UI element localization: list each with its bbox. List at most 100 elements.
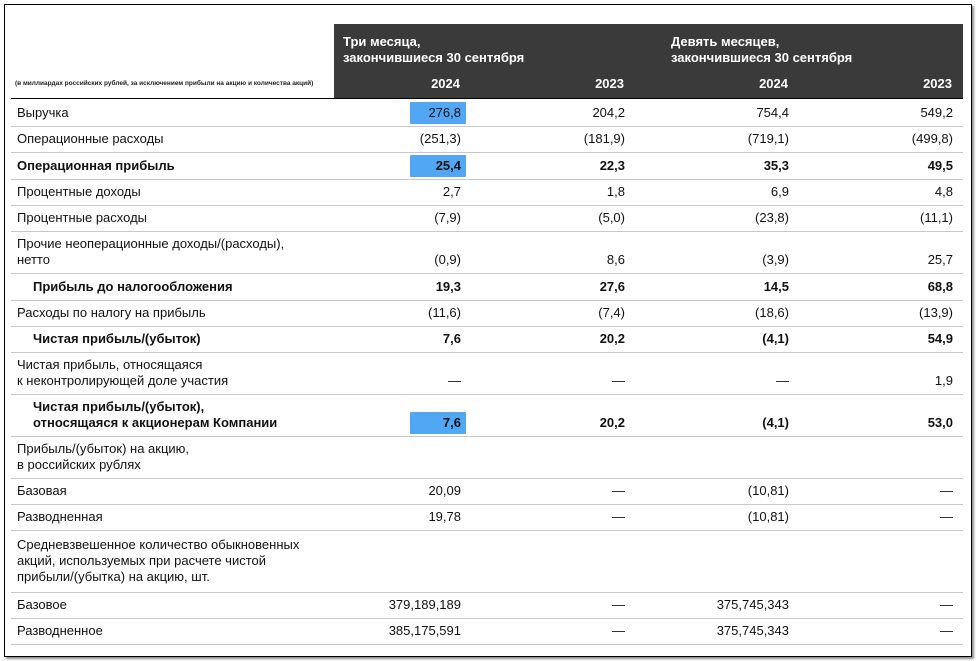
- cell-value: 27,6: [599, 279, 625, 294]
- unit-note: (в миллиардах российских рублей, за искл…: [15, 80, 314, 87]
- cell-value: 4,8: [934, 184, 953, 199]
- table-row: Средневзвешенное количество обыкновенных…: [11, 530, 963, 593]
- row-label: Средневзвешенное количество обыкновенных…: [17, 537, 300, 584]
- cell-value: 2,7: [442, 184, 461, 199]
- table-row: Расходы по налогу на прибыль (11,6) (7,4) (…: [11, 300, 963, 327]
- row-label: Выручка: [17, 105, 69, 120]
- row-label: Разводненное: [17, 623, 103, 638]
- row-label: Прибыль до налогообложения: [33, 279, 233, 294]
- table-row: Базовая 20,09 — (10,81) —: [11, 478, 963, 505]
- table-header: Три месяца, закончившиеся 30 сентября Де…: [334, 24, 963, 98]
- row-label: Процентные доходы: [17, 184, 141, 199]
- period-three-months-header: Три месяца, закончившиеся 30 сентября: [343, 34, 525, 65]
- cell-value: 204,2: [592, 105, 625, 120]
- table-row: Прибыль до налогообложения 19,3 27,6 14,5 68…: [11, 273, 963, 301]
- cell-value: 375,745,343: [716, 623, 789, 638]
- cell-value: —: [940, 509, 953, 524]
- cell-value: (719,1): [747, 131, 789, 146]
- row-label: Прибыль/(убыток) на акцию, в российских …: [17, 441, 190, 472]
- year-col-3: 2024: [759, 76, 788, 91]
- cell-value: —: [612, 597, 625, 612]
- cell-value: (3,9): [762, 252, 789, 267]
- table-row: Чистая прибыль, относящаяся к неконтроли…: [11, 352, 963, 395]
- row-label: Операционная прибыль: [17, 158, 175, 173]
- cell-value: (11,6): [428, 305, 461, 320]
- cell-value: 549,2: [920, 105, 953, 120]
- row-label: Разводненная: [17, 509, 103, 524]
- row-label: Чистая прибыль/(убыток): [33, 331, 201, 346]
- row-label: Чистая прибыль, относящаяся к неконтроли…: [17, 357, 229, 388]
- cell-value: (499,8): [911, 131, 953, 146]
- cell-value: —: [448, 373, 461, 388]
- cell-value: 25,4: [435, 158, 461, 173]
- cell-value: (23,8): [755, 210, 789, 225]
- table-row: Чистая прибыль/(убыток) 7,6 20,2 (4,1) 54,9: [11, 326, 963, 353]
- table-row: Процентные доходы 2,7 1,8 6,9 4,8: [11, 179, 963, 206]
- cell-value: 754,4: [756, 105, 789, 120]
- cell-value: 276,8: [428, 105, 461, 120]
- cell-value: (0,9): [434, 252, 461, 267]
- table-row: Базовое 379,189,189 — 375,745,343 —: [11, 592, 963, 619]
- cell-value: 8,6: [606, 252, 625, 267]
- cell-value: 20,09: [428, 483, 461, 498]
- cell-value: (10,81): [747, 509, 789, 524]
- table-row: Прочие неоперационные доходы/(расходы), …: [11, 231, 963, 274]
- cell-value: (5,0): [598, 210, 625, 225]
- cell-value: 7,6: [442, 415, 461, 430]
- cell-value: 20,2: [599, 415, 625, 430]
- cell-value: —: [612, 483, 625, 498]
- cell-value: —: [612, 373, 625, 388]
- cell-value: 1,9: [934, 373, 953, 388]
- row-label: Чистая прибыль/(убыток), относящаяся к а…: [33, 399, 278, 430]
- cell-value: 20,2: [599, 331, 625, 346]
- cell-value: 14,5: [763, 279, 789, 294]
- cell-value: (4,1): [762, 331, 789, 346]
- cell-value: 1,8: [606, 184, 625, 199]
- cell-value: 53,0: [927, 415, 953, 430]
- row-label: Процентные расходы: [17, 210, 148, 225]
- table-row: Разводненное 385,175,591 — 375,745,343 —: [11, 618, 963, 645]
- table-row: Выручка 276,8 204,2 754,4 549,2: [11, 100, 963, 127]
- row-label: Операционные расходы: [17, 131, 164, 146]
- year-col-1: 2024: [431, 76, 460, 91]
- table-row: Операционная прибыль 25,4 22,3 35,3 49,5: [11, 152, 963, 180]
- table-row: Процентные расходы (7,9) (5,0) (23,8) (11,1): [11, 205, 963, 232]
- cell-value: (11,1): [920, 210, 953, 225]
- cell-value: (18,6): [755, 305, 789, 320]
- cell-value: —: [940, 483, 953, 498]
- row-label: Базовое: [17, 597, 67, 612]
- cell-value: (4,1): [762, 415, 789, 430]
- cell-value: —: [940, 597, 953, 612]
- table-row: Прибыль/(убыток) на акцию, в российских …: [11, 436, 963, 479]
- cell-value: (10,81): [747, 483, 789, 498]
- cell-value: —: [776, 373, 789, 388]
- year-col-4: 2023: [923, 76, 952, 91]
- cell-value: (7,9): [434, 210, 461, 225]
- table-row: Операционные расходы (251,3) (181,9) (719,1…: [11, 126, 963, 153]
- table-row: Чистая прибыль/(убыток), относящаяся к а…: [11, 394, 963, 437]
- cell-value: 49,5: [927, 158, 953, 173]
- year-col-2: 2023: [595, 76, 624, 91]
- cell-value: —: [612, 623, 625, 638]
- cell-value: 375,745,343: [716, 597, 789, 612]
- period-nine-months-header: Девять месяцев, закончившиеся 30 сентябр…: [671, 34, 853, 65]
- cell-value: 22,3: [599, 158, 625, 173]
- cell-value: 25,7: [927, 252, 953, 267]
- cell-value: —: [612, 509, 625, 524]
- table-row: Разводненная 19,78 — (10,81) —: [11, 504, 963, 531]
- row-label: Базовая: [17, 483, 67, 498]
- cell-value: 379,189,189: [388, 597, 461, 612]
- cell-value: 68,8: [927, 279, 953, 294]
- cell-value: (7,4): [598, 305, 625, 320]
- cell-value: 6,9: [770, 184, 789, 199]
- cell-value: 54,9: [927, 331, 953, 346]
- cell-value: (251,3): [419, 131, 461, 146]
- cell-value: 19,3: [435, 279, 461, 294]
- cell-value: 385,175,591: [388, 623, 461, 638]
- header-divider: [11, 98, 963, 99]
- cell-value: (181,9): [583, 131, 625, 146]
- cell-value: 19,78: [428, 509, 461, 524]
- cell-value: 35,3: [763, 158, 789, 173]
- row-label: Расходы по налогу на прибыль: [17, 305, 206, 320]
- cell-value: (13,9): [919, 305, 953, 320]
